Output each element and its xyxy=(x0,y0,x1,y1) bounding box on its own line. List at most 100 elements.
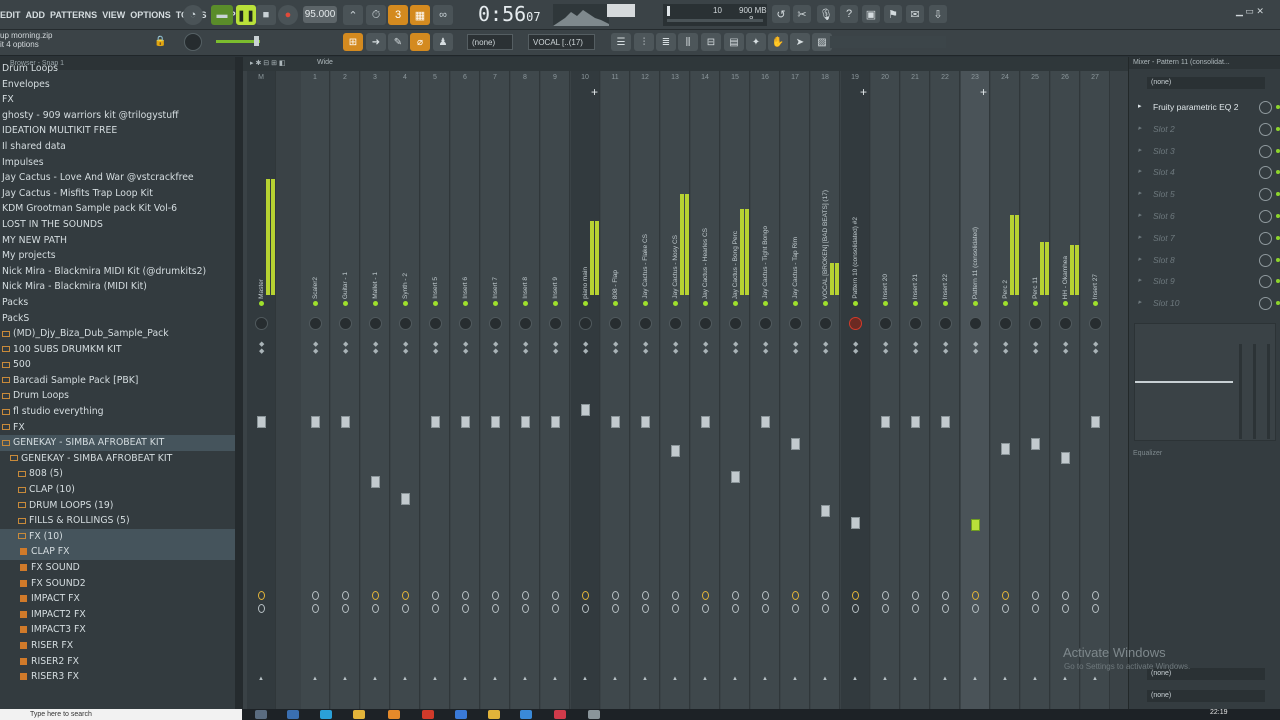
menu-edit[interactable]: EDIT xyxy=(0,10,21,20)
app2-icon[interactable] xyxy=(520,710,532,719)
track-enable-led[interactable] xyxy=(643,301,648,306)
mixer-track[interactable]: 21 Insert 21 ◆ ◆ ▲ xyxy=(901,71,930,709)
slot-arrow-icon[interactable]: ▸ xyxy=(1138,255,1142,263)
mix-knob[interactable] xyxy=(1259,188,1272,202)
stereo-separation-icon[interactable]: ◆ ◆ xyxy=(943,341,948,355)
browser-app-icon[interactable] xyxy=(320,710,332,719)
route-arrow-icon[interactable]: ▲ xyxy=(1032,676,1038,682)
mixer-track[interactable]: 4 Synth - 2 ◆ ◆ ▲ xyxy=(391,71,420,709)
mixer-track[interactable]: 1 Scaler2 ◆ ◆ ▲ xyxy=(301,71,330,709)
mixer-track[interactable]: 9 Insert 9 ◆ ◆ ▲ xyxy=(541,71,570,709)
stereo-separation-icon[interactable]: ◆ ◆ xyxy=(613,341,618,355)
file-icon[interactable]: ▤ xyxy=(724,33,744,51)
slot-arrow-icon[interactable]: ▸ xyxy=(1138,211,1142,219)
route-arrow-icon[interactable]: ▲ xyxy=(882,676,888,682)
app3-icon[interactable] xyxy=(554,710,566,719)
pan-knob[interactable] xyxy=(489,317,502,330)
stereo-separation-icon[interactable]: ◆ ◆ xyxy=(823,341,828,355)
stereo-separation-icon[interactable]: ◆ ◆ xyxy=(1003,341,1008,355)
route-knob[interactable] xyxy=(372,604,379,613)
send-knob[interactable] xyxy=(312,591,319,600)
pan-knob[interactable] xyxy=(309,317,322,330)
browser-item[interactable]: LOST IN THE SOUNDS xyxy=(0,217,235,233)
volume-fader[interactable] xyxy=(1061,452,1070,464)
app4-icon[interactable] xyxy=(588,710,600,719)
route-arrow-icon[interactable]: ▲ xyxy=(762,676,768,682)
slot-arrow-icon[interactable]: ▸ xyxy=(1138,146,1142,154)
office-icon[interactable] xyxy=(422,710,434,719)
browser-item[interactable]: My projects xyxy=(0,248,235,264)
mixer-track[interactable]: 8 Insert 8 ◆ ◆ ▲ xyxy=(511,71,540,709)
stereo-separation-icon[interactable]: ◆ ◆ xyxy=(463,341,468,355)
menu-add[interactable]: ADD xyxy=(26,10,46,20)
track-enable-led[interactable] xyxy=(463,301,468,306)
browser-item[interactable]: FX (10) xyxy=(0,528,235,545)
slot-enable-led[interactable] xyxy=(1276,126,1280,131)
browser-item[interactable]: Packs xyxy=(0,295,235,311)
route-arrow-icon[interactable]: ▲ xyxy=(372,676,378,682)
browser-item[interactable]: Drum Loops xyxy=(0,61,235,77)
fx-slot[interactable]: Slot 4 ▸ xyxy=(1135,164,1280,182)
track-enable-led[interactable] xyxy=(823,301,828,306)
send-knob[interactable] xyxy=(372,591,379,600)
track-enable-led[interactable] xyxy=(343,301,348,306)
browser-item[interactable]: CLAP (10) xyxy=(0,482,235,498)
browser-item[interactable]: IMPACT2 FX xyxy=(0,607,235,623)
route-arrow-icon[interactable]: ▲ xyxy=(492,676,498,682)
route-knob[interactable] xyxy=(642,604,649,613)
send-knob[interactable] xyxy=(642,591,649,600)
track-enable-led[interactable] xyxy=(553,301,558,306)
wait-input-icon[interactable]: ⏱ xyxy=(366,5,386,25)
slot-enable-led[interactable] xyxy=(1276,235,1280,240)
send-knob[interactable] xyxy=(258,591,265,600)
track-enable-led[interactable] xyxy=(613,301,618,306)
menu-patterns[interactable]: PATTERNS xyxy=(50,10,97,20)
route-arrow-icon[interactable]: ▲ xyxy=(702,676,708,682)
scroll-icon[interactable]: ▨ xyxy=(812,33,832,51)
browser-item[interactable]: FILLS & ROLLINGS (5) xyxy=(0,513,235,529)
add-track-icon[interactable]: + xyxy=(860,85,867,99)
browser-item[interactable]: IDEATION MULTIKIT FREE xyxy=(0,123,235,139)
mix-knob[interactable] xyxy=(1259,144,1272,158)
stereo-separation-icon[interactable]: ◆ ◆ xyxy=(433,341,438,355)
volume-fader[interactable] xyxy=(581,404,590,416)
browser-item[interactable]: (MD)_Djy_Biza_Dub_Sample_Pack xyxy=(0,326,235,342)
pan-knob[interactable] xyxy=(819,317,832,330)
send-knob[interactable] xyxy=(762,591,769,600)
slot-arrow-icon[interactable]: ▸ xyxy=(1138,189,1142,197)
volume-fader[interactable] xyxy=(491,416,500,428)
volume-fader[interactable] xyxy=(881,416,890,428)
stereo-separation-icon[interactable]: ◆ ◆ xyxy=(493,341,498,355)
track-enable-led[interactable] xyxy=(853,301,858,306)
send-knob[interactable] xyxy=(342,591,349,600)
route-knob[interactable] xyxy=(462,604,469,613)
step-edit-icon[interactable]: ▦ xyxy=(410,5,430,25)
stereo-separation-icon[interactable]: ◆ ◆ xyxy=(763,341,768,355)
pan-knob[interactable] xyxy=(459,317,472,330)
pan-knob[interactable] xyxy=(909,317,922,330)
fx-slot[interactable]: Slot 8 ▸ xyxy=(1135,252,1280,270)
volume-fader[interactable] xyxy=(701,416,710,428)
route-arrow-icon[interactable]: ▲ xyxy=(312,676,318,682)
send-knob[interactable] xyxy=(882,591,889,600)
send-knob[interactable] xyxy=(852,591,859,600)
browser-item[interactable]: Jay Cactus - Misfits Trap Loop Kit xyxy=(0,186,235,202)
route-knob[interactable] xyxy=(1002,604,1009,613)
route-arrow-icon[interactable]: ▲ xyxy=(552,676,558,682)
browser-item[interactable]: FX xyxy=(0,420,235,436)
playlist-snap-icon[interactable]: ⊞ xyxy=(343,33,363,51)
arrow-icon[interactable]: ➜ xyxy=(366,33,386,51)
send-knob[interactable] xyxy=(522,591,529,600)
route-knob[interactable] xyxy=(1032,604,1039,613)
pan-knob[interactable] xyxy=(699,317,712,330)
volume-fader[interactable] xyxy=(311,416,320,428)
route-knob[interactable] xyxy=(492,604,499,613)
route-arrow-icon[interactable]: ▲ xyxy=(522,676,528,682)
mix-knob[interactable] xyxy=(1259,297,1272,311)
browser-item[interactable]: PackS xyxy=(0,311,235,327)
draw-icon[interactable]: ✎ xyxy=(388,33,408,51)
track-enable-led[interactable] xyxy=(313,301,318,306)
undo-icon[interactable]: ↺ xyxy=(772,5,790,23)
countdown-icon[interactable]: 3 xyxy=(388,5,408,25)
send-knob[interactable] xyxy=(582,591,589,600)
